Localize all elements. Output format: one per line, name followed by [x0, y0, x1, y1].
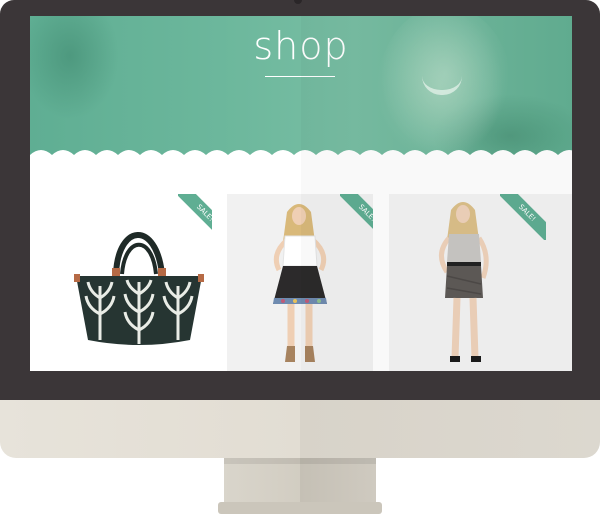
sale-badge-label: SALE!: [340, 194, 373, 240]
page-title: shop: [253, 24, 349, 68]
monitor-chin: [0, 400, 600, 458]
sale-badge-label: SALE!: [500, 194, 546, 240]
sale-badge: SALE!: [500, 194, 546, 240]
product-card-skirt-grey[interactable]: SALE!: [389, 194, 572, 371]
hero-banner: shop: [30, 16, 572, 161]
sale-badge: SALE!: [178, 194, 212, 240]
product-card-bag[interactable]: SALE!: [30, 194, 212, 371]
monitor-stand: [224, 458, 376, 504]
sale-badge-label: SALE!: [178, 194, 212, 240]
camera-icon: [294, 0, 302, 4]
screen: shop SALE! SALE! SALE!: [30, 16, 572, 371]
product-card-skirt-floral[interactable]: SALE!: [227, 194, 373, 371]
scallop-divider: [30, 143, 572, 167]
title-underline: [265, 76, 335, 77]
sale-badge: SALE!: [340, 194, 373, 240]
product-grid: SALE! SALE! SALE!: [30, 194, 572, 371]
stand-shadow: [224, 458, 376, 464]
monitor-stand-base: [218, 502, 382, 514]
